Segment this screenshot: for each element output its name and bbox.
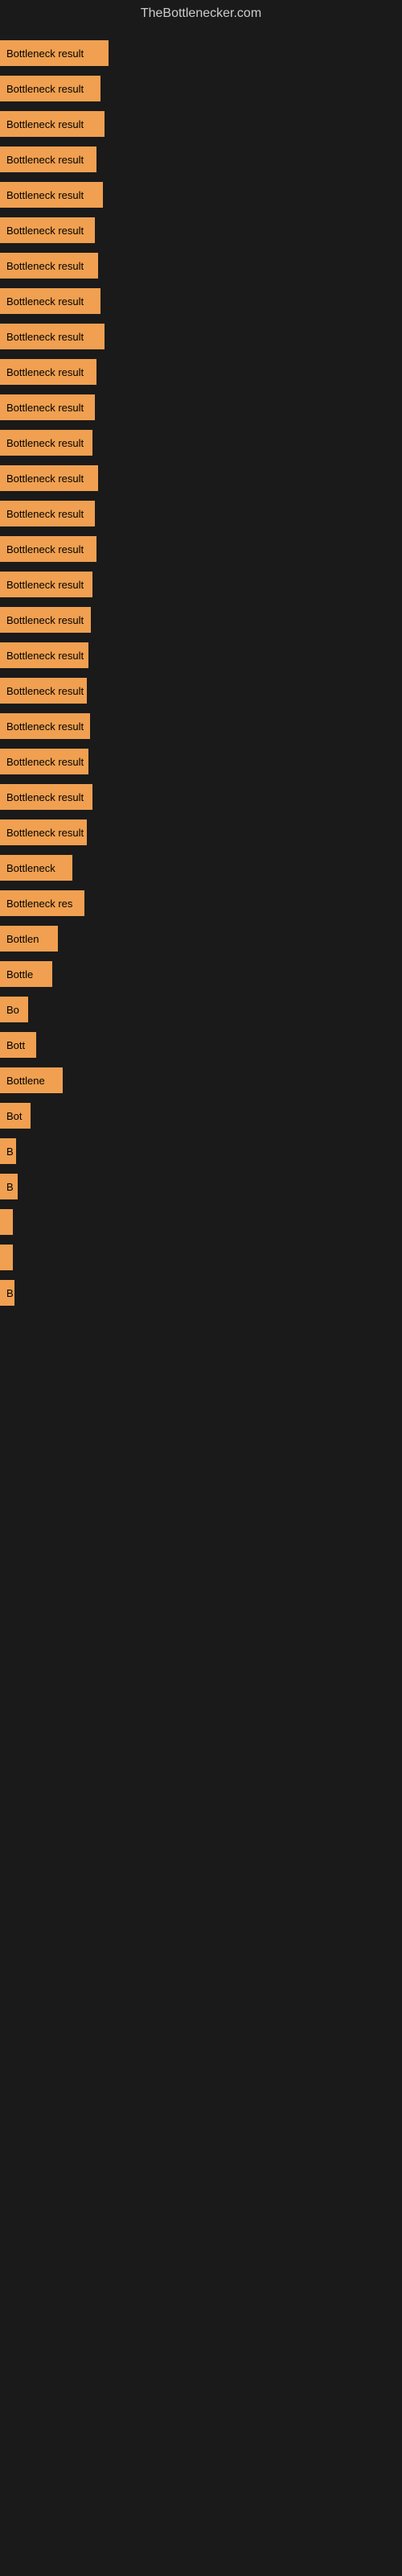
- bars-container: Bottleneck result Bottleneck result Bottle…: [0, 27, 402, 1319]
- bottleneck-bar[interactable]: Bottleneck result: [0, 749, 88, 774]
- bar-row: Bottleneck: [0, 850, 402, 886]
- bottleneck-bar[interactable]: Bottleneck result: [0, 819, 87, 845]
- bar-row: Bottlen: [0, 921, 402, 956]
- title-text: TheBottlenecker.com: [141, 6, 261, 20]
- bar-row: B: [0, 1133, 402, 1169]
- bottleneck-bar[interactable]: Bottleneck result: [0, 217, 95, 243]
- bar-row: Bottleneck result: [0, 531, 402, 567]
- bottleneck-bar[interactable]: Bo: [0, 997, 28, 1022]
- bottleneck-bar[interactable]: Bottleneck result: [0, 430, 92, 456]
- bottleneck-bar[interactable]: Bott: [0, 1032, 36, 1058]
- bottleneck-bar[interactable]: Bottleneck result: [0, 394, 95, 420]
- bar-row: Bottleneck result: [0, 390, 402, 425]
- bottleneck-bar[interactable]: Bottleneck result: [0, 182, 103, 208]
- bottleneck-bar[interactable]: Bottleneck res: [0, 890, 84, 916]
- bottleneck-bar[interactable]: B: [0, 1138, 16, 1164]
- bar-row: Bottleneck result: [0, 35, 402, 71]
- bottleneck-bar[interactable]: [0, 1245, 13, 1270]
- bottleneck-bar[interactable]: Bottleneck result: [0, 713, 90, 739]
- bar-row: Bottleneck result: [0, 319, 402, 354]
- bottleneck-bar[interactable]: [0, 1209, 13, 1235]
- bottleneck-bar[interactable]: Bottlen: [0, 926, 58, 952]
- bottleneck-bar[interactable]: Bottleneck result: [0, 607, 91, 633]
- bottleneck-bar[interactable]: Bottleneck result: [0, 501, 95, 526]
- bar-row: Bottleneck result: [0, 177, 402, 213]
- bar-row: Bo: [0, 992, 402, 1027]
- bar-row: [0, 1204, 402, 1240]
- bottleneck-bar[interactable]: Bottleneck result: [0, 324, 105, 349]
- bar-row: Bottleneck result: [0, 142, 402, 177]
- bar-row: Bottleneck result: [0, 460, 402, 496]
- bar-row: Bottle: [0, 956, 402, 992]
- bottleneck-bar[interactable]: Bottlene: [0, 1067, 63, 1093]
- bar-row: Bottleneck result: [0, 213, 402, 248]
- bar-row: Bott: [0, 1027, 402, 1063]
- bar-row: Bottleneck result: [0, 71, 402, 106]
- bottleneck-bar[interactable]: Bottleneck result: [0, 253, 98, 279]
- bottleneck-bar[interactable]: Bottleneck result: [0, 678, 87, 704]
- bar-row: Bottleneck result: [0, 744, 402, 779]
- bar-row: Bottleneck result: [0, 106, 402, 142]
- bar-row: Bottleneck result: [0, 567, 402, 602]
- bottleneck-bar[interactable]: Bottleneck result: [0, 359, 96, 385]
- bottleneck-bar[interactable]: Bottle: [0, 961, 52, 987]
- bar-row: B: [0, 1169, 402, 1204]
- bottleneck-bar[interactable]: Bottleneck result: [0, 111, 105, 137]
- bottleneck-bar[interactable]: Bottleneck result: [0, 288, 100, 314]
- bar-row: Bottlene: [0, 1063, 402, 1098]
- bar-row: Bottleneck result: [0, 248, 402, 283]
- bottleneck-bar[interactable]: Bottleneck result: [0, 572, 92, 597]
- bar-row: B: [0, 1275, 402, 1311]
- bar-row: [0, 1240, 402, 1275]
- bar-row: Bottleneck result: [0, 354, 402, 390]
- bar-row: Bottleneck result: [0, 496, 402, 531]
- bottleneck-bar[interactable]: Bottleneck result: [0, 784, 92, 810]
- bar-row: Bottleneck result: [0, 283, 402, 319]
- bar-row: Bottleneck res: [0, 886, 402, 921]
- bar-row: Bottleneck result: [0, 602, 402, 638]
- bottleneck-bar[interactable]: Bottleneck result: [0, 536, 96, 562]
- bar-row: Bot: [0, 1098, 402, 1133]
- bottleneck-bar[interactable]: Bottleneck result: [0, 147, 96, 172]
- bar-row: Bottleneck result: [0, 815, 402, 850]
- bottleneck-bar[interactable]: Bottleneck result: [0, 76, 100, 101]
- bar-row: Bottleneck result: [0, 673, 402, 708]
- bottleneck-bar[interactable]: Bottleneck result: [0, 465, 98, 491]
- bar-row: Bottleneck result: [0, 708, 402, 744]
- bottleneck-bar[interactable]: Bottleneck: [0, 855, 72, 881]
- bottleneck-bar[interactable]: B: [0, 1280, 14, 1306]
- bottleneck-bar[interactable]: Bottleneck result: [0, 642, 88, 668]
- bottleneck-bar[interactable]: Bottleneck result: [0, 40, 109, 66]
- bottleneck-bar[interactable]: B: [0, 1174, 18, 1199]
- bar-row: Bottleneck result: [0, 425, 402, 460]
- bottleneck-bar[interactable]: Bot: [0, 1103, 31, 1129]
- bar-row: Bottleneck result: [0, 638, 402, 673]
- site-title: TheBottlenecker.com: [0, 0, 402, 27]
- bar-row: Bottleneck result: [0, 779, 402, 815]
